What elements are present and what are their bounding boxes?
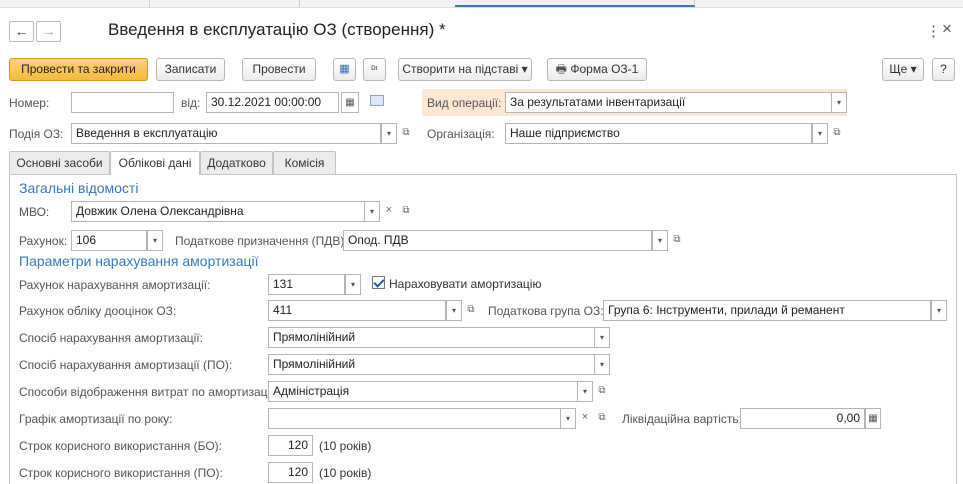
event-label: Подія ОЗ: (9, 127, 64, 141)
reval-account-dropdown-icon[interactable]: ▾ (446, 300, 462, 321)
chevron-down-icon: ▾ (521, 62, 528, 76)
form-os1-button[interactable]: 🖶 Форма ОЗ-1 (547, 58, 647, 81)
operation-dropdown-icon[interactable]: ▾ (831, 92, 847, 113)
form-os1-label: Форма ОЗ-1 (570, 62, 639, 76)
create-based-on-button[interactable]: Створити на підставі ▾ (398, 58, 532, 81)
account-select[interactable]: 106 (71, 230, 147, 251)
forward-button[interactable]: → (36, 21, 61, 42)
dt-kt-icon[interactable]: ᴰᵗ (363, 58, 386, 81)
life-po-input[interactable]: 120 (268, 462, 313, 483)
tax-purpose-open-icon[interactable]: ⧉ (669, 230, 685, 251)
post-button[interactable]: Провести (242, 58, 316, 81)
method-po-label: Спосіб нарахування амортизації (ПО): (19, 358, 233, 372)
help-button[interactable]: ? (932, 58, 955, 81)
structure-icon[interactable]: ▦ (333, 58, 356, 81)
life-bo-input[interactable]: 120 (268, 435, 313, 456)
method-po-dropdown-icon[interactable]: ▾ (594, 354, 610, 375)
account-label: Рахунок: (19, 234, 68, 248)
org-label: Організація: (427, 127, 495, 141)
dep-account-label: Рахунок нарахування амортизації: (19, 278, 211, 292)
expense-select[interactable]: Адміністрація (268, 381, 578, 402)
general-heading: Загальні відомості (19, 180, 139, 196)
mvo-dropdown-icon[interactable]: ▾ (364, 201, 380, 222)
close-icon[interactable]: × (942, 19, 952, 39)
date-input[interactable]: 30.12.2021 00:00:00 (206, 92, 339, 113)
life-bo-label: Строк корисного використання (БО): (19, 439, 222, 453)
top-tab[interactable] (150, 0, 300, 7)
method-po-select[interactable]: Прямолінійний (268, 354, 595, 375)
arrow-left-icon: ← (14, 23, 29, 39)
top-tab[interactable] (0, 0, 150, 7)
more-label: Ще (889, 62, 908, 76)
date-picker-icon[interactable] (370, 95, 384, 106)
account-dropdown-icon[interactable]: ▾ (147, 230, 163, 251)
more-button[interactable]: Ще ▾ (882, 58, 924, 81)
event-dropdown-icon[interactable]: ▾ (381, 123, 397, 144)
dep-account-dropdown-icon[interactable]: ▾ (345, 274, 361, 295)
event-select[interactable]: Введення в експлуатацію (71, 123, 381, 144)
calculator-icon[interactable]: ▦ (865, 408, 881, 429)
expense-label: Способи відображення витрат по амортизац… (19, 385, 277, 399)
mvo-select[interactable]: Довжик Олена Олександрівна (71, 201, 365, 222)
schedule-dropdown-icon[interactable]: ▾ (560, 408, 576, 429)
number-input[interactable] (71, 92, 174, 113)
depreciation-heading: Параметри нарахування амортизації (19, 253, 259, 269)
operation-label: Вид операції: (427, 96, 502, 110)
tax-group-select[interactable]: Група 6: Інструменти, прилади й реманент (603, 300, 931, 321)
accrue-depreciation-checkbox[interactable] (372, 276, 385, 289)
method-label: Спосіб нарахування амортизації: (19, 331, 203, 345)
chevron-down-icon: ▾ (910, 62, 917, 76)
tab-commission[interactable]: Комісія (273, 151, 336, 174)
create-based-label: Створити на підставі (402, 62, 519, 76)
top-tab-active[interactable] (455, 0, 695, 7)
method-dropdown-icon[interactable]: ▾ (594, 327, 610, 348)
tax-purpose-dropdown-icon[interactable]: ▾ (652, 230, 668, 251)
printer-icon: 🖶 (555, 62, 567, 76)
tax-purpose-select[interactable]: Опод. ПДВ (343, 230, 652, 251)
schedule-label: Графік амортизації по року: (19, 412, 173, 426)
reval-account-select[interactable]: 411 (268, 300, 446, 321)
expense-dropdown-icon[interactable]: ▾ (577, 381, 593, 402)
method-select[interactable]: Прямолінійний (268, 327, 595, 348)
calendar-icon[interactable]: ▦ (341, 92, 359, 113)
schedule-clear-icon[interactable]: × (577, 408, 593, 429)
life-bo-years: (10 років) (319, 439, 372, 453)
liquidation-input[interactable]: 0,00 (740, 408, 865, 429)
mvo-clear-icon[interactable]: × (381, 201, 397, 222)
org-open-icon[interactable]: ⧉ (829, 123, 845, 144)
date-label: від: (181, 96, 201, 110)
reval-account-label: Рахунок обліку дооцінок ОЗ: (19, 304, 177, 318)
arrow-right-icon: → (41, 23, 56, 39)
back-button[interactable]: ← (9, 21, 34, 42)
top-tab-strip (0, 0, 963, 8)
tax-group-dropdown-icon[interactable]: ▾ (931, 300, 947, 321)
mvo-label: МВО: (19, 205, 50, 219)
more-menu-icon[interactable]: ⋮ (926, 22, 941, 40)
schedule-open-icon[interactable]: ⧉ (594, 408, 610, 429)
tab-additional[interactable]: Додатково (200, 151, 273, 174)
org-select[interactable]: Наше підприємство (505, 123, 812, 144)
window-title: Введення в експлуатацію ОЗ (створення) * (108, 20, 446, 39)
post-and-close-button[interactable]: Провести та закрити (9, 58, 148, 81)
liquidation-label: Ліквідаційна вартість: (622, 412, 742, 426)
mvo-open-icon[interactable]: ⧉ (398, 201, 414, 222)
tax-purpose-label: Податкове призначення (ПДВ): (175, 234, 348, 248)
accrue-depreciation-label: Нараховувати амортизацію (389, 277, 542, 291)
tax-group-label: Податкова група ОЗ: (488, 304, 604, 318)
operation-select[interactable]: За результатами інвентаризації (505, 92, 832, 113)
event-open-icon[interactable]: ⧉ (398, 123, 414, 144)
expense-open-icon[interactable]: ⧉ (594, 381, 610, 402)
save-button[interactable]: Записати (156, 58, 225, 81)
tab-fixed-assets[interactable]: Основні засоби (9, 151, 110, 174)
tab-accounting-data[interactable]: Облікові дані (110, 151, 200, 175)
dep-account-select[interactable]: 131 (268, 274, 345, 295)
reval-account-open-icon[interactable]: ⧉ (463, 300, 479, 321)
number-label: Номер: (9, 96, 50, 110)
org-dropdown-icon[interactable]: ▾ (812, 123, 828, 144)
schedule-select[interactable] (268, 408, 561, 429)
